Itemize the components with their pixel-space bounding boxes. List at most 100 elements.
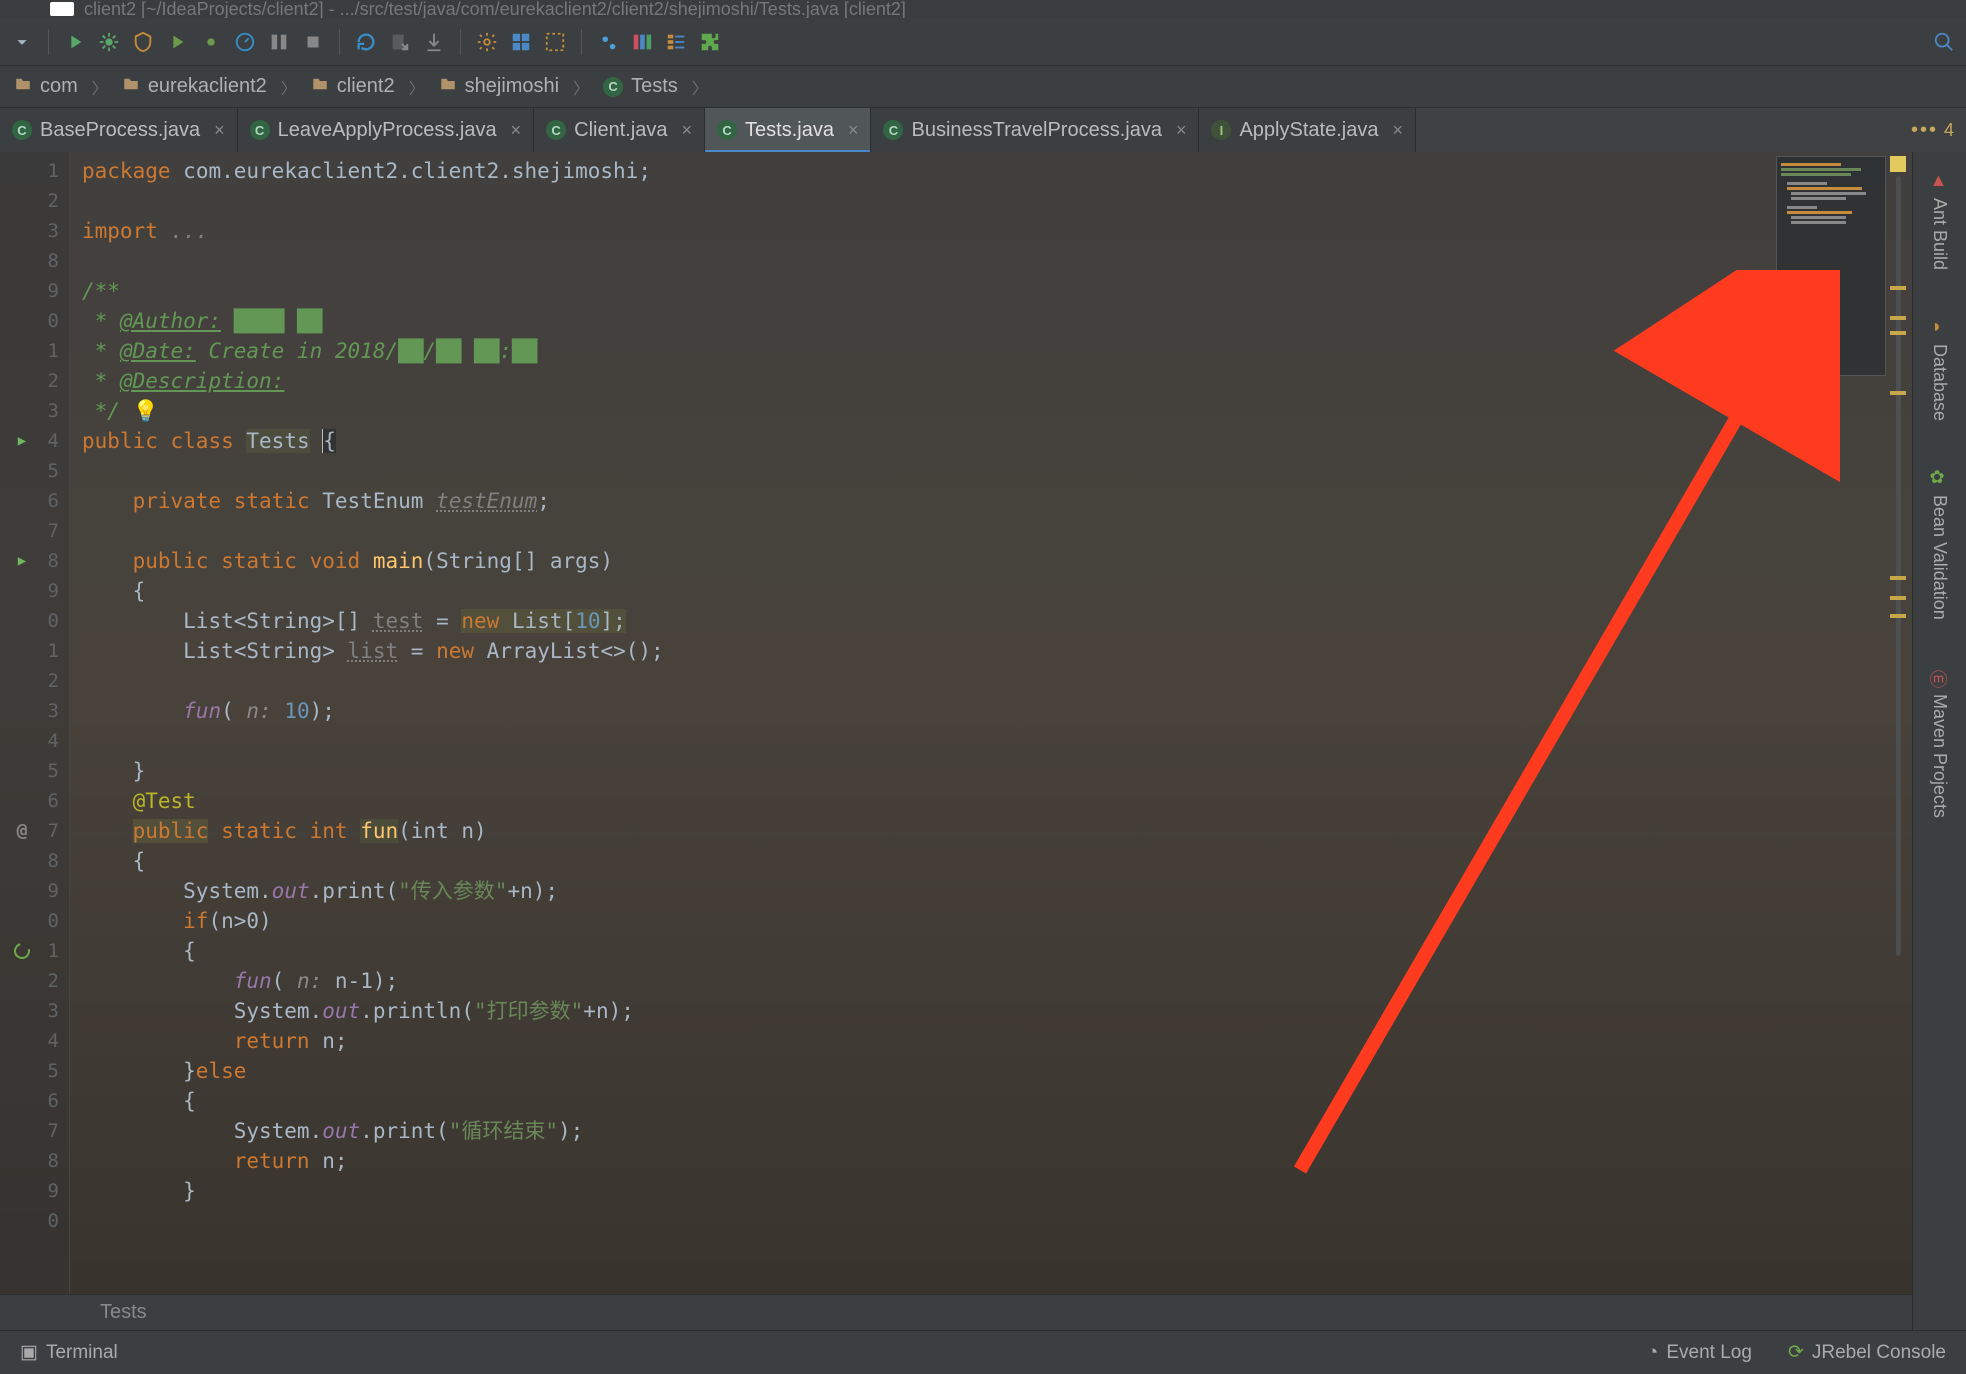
docker-ext-icon[interactable] (594, 28, 622, 56)
folder-icon (311, 75, 329, 99)
intention-bulb-icon[interactable]: 💡 (133, 399, 159, 423)
run-icon[interactable] (61, 28, 89, 56)
class-icon: C (603, 77, 623, 97)
tab-label: BaseProcess.java (40, 119, 200, 142)
inspection-indicator[interactable] (1890, 156, 1906, 172)
columns-icon[interactable] (628, 28, 656, 56)
bean-icon: ✿ (1930, 467, 1950, 487)
run-config-dropdown[interactable] (8, 28, 36, 56)
run-gutter-icon[interactable]: ▶ (13, 552, 31, 570)
chevron-right-icon: 〉 (688, 75, 712, 99)
breadcrumb-label: com (40, 75, 78, 98)
tool-window-database[interactable]: ◑ Database (1925, 308, 1954, 429)
toolbar-separator (339, 29, 340, 55)
breadcrumb-class: Tests (100, 1301, 147, 1324)
jrebel-run-icon[interactable] (163, 28, 191, 56)
class-icon: C (546, 120, 566, 140)
editor-tabbar: C BaseProcess.java × C LeaveApplyProcess… (0, 108, 1966, 152)
tab-label: Tests.java (745, 119, 834, 142)
toolbar-separator (48, 29, 49, 55)
jrebel-debug-icon[interactable] (197, 28, 225, 56)
chevron-right-icon: 〉 (88, 75, 112, 99)
chevron-right-icon: 〉 (569, 75, 593, 99)
window-titlebar: client2 [~/IdeaProjects/client2] - .../s… (0, 0, 1966, 18)
class-icon: C (883, 120, 903, 140)
breadcrumb-item[interactable]: eurekaclient2 (116, 75, 273, 99)
breadcrumb-item[interactable]: client2 (305, 75, 401, 99)
scrollbar-thumb[interactable] (1896, 176, 1901, 956)
refresh-icon[interactable] (352, 28, 380, 56)
breadcrumb-label: eurekaclient2 (148, 75, 267, 98)
tool-window-ant-build[interactable]: ▲ Ant Build (1925, 162, 1954, 278)
editor-tab-active[interactable]: C Tests.java × (705, 108, 871, 152)
class-icon: C (12, 120, 32, 140)
tabs-overflow-count: 4 (1944, 120, 1954, 141)
class-icon: C (250, 120, 270, 140)
close-icon[interactable]: × (1176, 120, 1187, 141)
status-bar: ▣ Terminal ◔ Event Log ⟳ JRebel Console (0, 1330, 1966, 1374)
run-gutter-icon[interactable]: ▶ (13, 432, 31, 450)
chevron-right-icon: 〉 (405, 75, 429, 99)
interface-icon: I (1211, 120, 1231, 140)
dots-icon: ••• (1911, 119, 1938, 142)
checklist-icon[interactable] (662, 28, 690, 56)
tab-label: ApplyState.java (1239, 119, 1378, 142)
tool-window-maven[interactable]: ⓜ Maven Projects (1925, 658, 1954, 826)
window-title: client2 [~/IdeaProjects/client2] - .../s… (84, 4, 906, 14)
module-settings-icon[interactable] (541, 28, 569, 56)
grid-icon[interactable] (507, 28, 535, 56)
close-icon[interactable]: × (682, 120, 693, 141)
annotation-gutter-icon[interactable]: @ (13, 822, 31, 840)
breadcrumb-label: Tests (631, 75, 678, 98)
folder-icon (439, 75, 457, 99)
right-tool-strip: ▲ Ant Build ◑ Database ✿ Bean Validation… (1912, 152, 1966, 1330)
settings-icon[interactable] (473, 28, 501, 56)
download-icon[interactable] (420, 28, 448, 56)
breadcrumb-label: client2 (337, 75, 395, 98)
editor-tab[interactable]: I ApplyState.java × (1199, 108, 1416, 152)
toolbar-separator (460, 29, 461, 55)
close-icon[interactable]: × (1392, 120, 1403, 141)
search-icon[interactable] (1930, 28, 1958, 56)
breadcrumb-item[interactable]: shejimoshi (433, 75, 565, 99)
editor-breadcrumb[interactable]: Tests (0, 1294, 1912, 1330)
editor-tab[interactable]: C LeaveApplyProcess.java × (238, 108, 535, 152)
coverage-icon[interactable] (129, 28, 157, 56)
terminal-tool-button[interactable]: ▣ Terminal (12, 1341, 126, 1364)
editor-tab[interactable]: C Client.java × (534, 108, 705, 152)
tabs-overflow-button[interactable]: ••• 4 (1899, 108, 1966, 152)
breadcrumb-label: shejimoshi (465, 75, 559, 98)
debug-icon[interactable] (95, 28, 123, 56)
close-icon[interactable]: × (214, 120, 225, 141)
goto-icon[interactable] (386, 28, 414, 56)
breadcrumb-item[interactable]: C Tests (597, 75, 684, 98)
recursive-gutter-icon[interactable] (13, 942, 31, 960)
toolbar-separator (581, 29, 582, 55)
code-minimap[interactable] (1776, 156, 1886, 376)
maven-icon: ⓜ (1930, 666, 1950, 686)
editor-scrollbar[interactable] (1890, 156, 1906, 1324)
close-icon[interactable]: × (511, 120, 522, 141)
app-icon (50, 2, 74, 16)
event-log-button[interactable]: ◔ Event Log (1639, 1342, 1760, 1364)
puzzle-icon[interactable] (696, 28, 724, 56)
editor[interactable]: 1 2 3 8 9 0 1 2 3 ▶4 5 6 7 ▶8 9 0 1 2 3 … (0, 152, 1912, 1330)
folder-icon (122, 75, 140, 99)
close-icon[interactable]: × (848, 120, 859, 141)
jrebel-icon: ⟳ (1788, 1341, 1804, 1364)
stop-icon[interactable] (299, 28, 327, 56)
profile-icon[interactable] (231, 28, 259, 56)
chevron-right-icon: 〉 (277, 75, 301, 99)
tool-window-bean-validation[interactable]: ✿ Bean Validation (1925, 459, 1954, 628)
balloon-icon: ◔ (1647, 1342, 1658, 1364)
editor-gutter[interactable]: 1 2 3 8 9 0 1 2 3 ▶4 5 6 7 ▶8 9 0 1 2 3 … (0, 152, 70, 1330)
concurrency-icon[interactable] (265, 28, 293, 56)
terminal-icon: ▣ (20, 1341, 38, 1364)
jrebel-console-button[interactable]: ⟳ JRebel Console (1780, 1341, 1954, 1364)
main-toolbar (0, 18, 1966, 66)
breadcrumb-item[interactable]: com (8, 75, 84, 99)
database-icon: ◑ (1930, 316, 1950, 336)
editor-tab[interactable]: C BusinessTravelProcess.java × (871, 108, 1199, 152)
code-content[interactable]: package com.eurekaclient2.client2.shejim… (70, 152, 1912, 1330)
editor-tab[interactable]: C BaseProcess.java × (0, 108, 238, 152)
